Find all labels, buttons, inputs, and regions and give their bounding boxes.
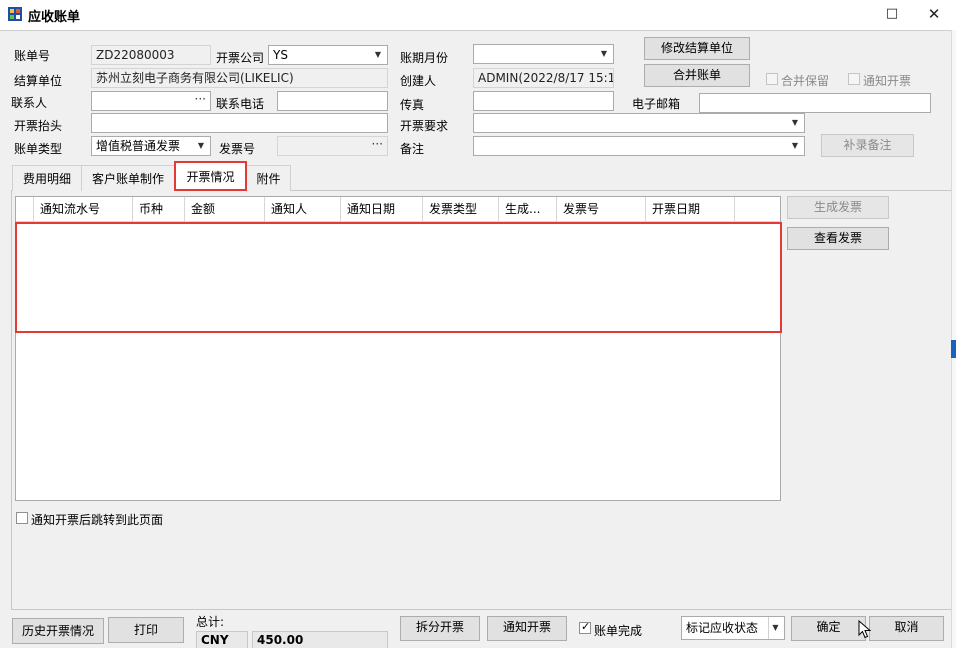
maximize-icon[interactable]: □: [881, 4, 903, 24]
bill-no-label: 账单号: [14, 49, 51, 63]
history-invoice-button[interactable]: 历史开票情况: [12, 618, 104, 644]
notify-invoice-checkbox[interactable]: [848, 73, 860, 85]
summary-label: 总计:: [196, 615, 225, 629]
col-notifier[interactable]: 通知人: [265, 197, 341, 222]
confirm-button[interactable]: 确定: [791, 616, 866, 641]
invoice-no-field[interactable]: ···: [277, 136, 388, 156]
contact-field[interactable]: ···: [91, 91, 211, 111]
receivable-status-value: 标记应收状态: [686, 621, 759, 635]
col-notice-serial[interactable]: 通知流水号: [34, 197, 133, 222]
row-indicator-header: [16, 197, 34, 222]
bill-no-field[interactable]: ZD22080003: [91, 45, 211, 65]
split-invoice-button[interactable]: 拆分开票: [400, 616, 480, 641]
invoice-header-label: 开票抬头: [14, 119, 63, 133]
invoice-company-select[interactable]: YS ▼: [268, 45, 388, 65]
chevron-down-icon: ▼: [374, 50, 382, 59]
col-invoice-type[interactable]: 发票类型: [423, 197, 499, 222]
notify-invoice-label: 通知开票: [863, 74, 912, 88]
window-edge: [951, 30, 956, 648]
title-bar: 应收账单 □ ✕: [0, 0, 956, 30]
creator-label: 创建人: [400, 74, 437, 88]
tab-attachments[interactable]: 附件: [246, 165, 291, 191]
settle-unit-label: 结算单位: [14, 74, 63, 88]
bill-complete-checkbox[interactable]: [579, 620, 591, 634]
email-label: 电子邮箱: [632, 97, 681, 111]
fax-field[interactable]: [473, 91, 614, 111]
remark-select[interactable]: ▼: [473, 136, 805, 156]
chevron-down-icon: ▼: [791, 141, 799, 150]
creator-field[interactable]: ADMIN(2022/8/17 15:1: [473, 68, 614, 88]
modify-settle-unit-button[interactable]: 修改结算单位: [644, 37, 750, 60]
notify-invoice-button[interactable]: 通知开票: [487, 616, 567, 641]
chevron-down-icon: ▼: [600, 49, 608, 58]
invoice-no-label: 发票号: [219, 142, 256, 156]
phone-label: 联系电话: [216, 97, 265, 111]
view-invoice-button[interactable]: 查看发票: [787, 227, 889, 250]
fax-label: 传真: [400, 98, 425, 112]
settle-unit-field[interactable]: 苏州立刻电子商务有限公司(LIKELIC): [91, 68, 388, 88]
merge-bill-button[interactable]: 合并账单: [644, 64, 750, 87]
col-amount[interactable]: 金额: [185, 197, 265, 222]
receivable-status-select[interactable]: 标记应收状态 ▼: [681, 616, 785, 640]
col-invoice-no[interactable]: 发票号: [557, 197, 646, 222]
invoice-header-field[interactable]: [91, 113, 388, 133]
chevron-down-icon: ▼: [768, 617, 782, 639]
summary-currency: CNY: [196, 631, 248, 648]
invoice-company-label: 开票公司: [216, 51, 265, 65]
tab-invoice-status[interactable]: 开票情况: [174, 161, 247, 191]
highlight-box: [15, 222, 782, 333]
merge-keep-checkbox[interactable]: [766, 73, 778, 85]
bill-type-select[interactable]: 增值税普通发票 ▼: [91, 136, 211, 156]
chevron-down-icon: ▼: [791, 118, 799, 127]
grid-header: 通知流水号 币种 金额 通知人 通知日期 发票类型 生成... 发票号 开票日期: [16, 197, 780, 222]
bill-type-label: 账单类型: [14, 142, 63, 156]
merge-keep-label: 合并保留: [781, 74, 830, 88]
col-invoice-date[interactable]: 开票日期: [646, 197, 735, 222]
side-accent-marker: [951, 340, 956, 358]
col-generated[interactable]: 生成...: [499, 197, 557, 222]
email-field[interactable]: [699, 93, 931, 113]
remark-label: 备注: [400, 142, 425, 156]
period-month-label: 账期月份: [400, 51, 449, 65]
chevron-down-icon: ▼: [197, 141, 205, 150]
invoice-requirement-label: 开票要求: [400, 119, 449, 133]
close-icon[interactable]: ✕: [923, 4, 945, 24]
jump-after-notify-checkbox[interactable]: [16, 512, 28, 524]
print-button[interactable]: 打印: [108, 617, 184, 643]
bill-complete-label: 账单完成: [594, 624, 643, 638]
ellipsis-icon[interactable]: ···: [195, 92, 206, 108]
contact-label: 联系人: [11, 96, 48, 110]
summary-amount: 450.00: [252, 631, 388, 648]
bill-type-value: 增值税普通发票: [96, 139, 181, 153]
phone-field[interactable]: [277, 91, 388, 111]
jump-after-notify-label: 通知开票后跳转到此页面: [31, 513, 164, 527]
invoice-company-value: YS: [273, 48, 288, 62]
generate-invoice-button[interactable]: 生成发票: [787, 196, 889, 219]
supplement-remark-button[interactable]: 补录备注: [821, 134, 914, 157]
mouse-cursor-icon: [858, 620, 872, 639]
tab-customer-bill[interactable]: 客户账单制作: [81, 165, 175, 191]
col-notice-date[interactable]: 通知日期: [341, 197, 423, 222]
col-currency[interactable]: 币种: [133, 197, 185, 222]
invoice-requirement-select[interactable]: ▼: [473, 113, 805, 133]
period-month-select[interactable]: ▼: [473, 44, 614, 64]
window-title: 应收账单: [28, 10, 81, 25]
cancel-button[interactable]: 取消: [869, 616, 944, 641]
tab-fee-details[interactable]: 费用明细: [12, 165, 82, 191]
app-icon: [8, 7, 22, 21]
ellipsis-icon[interactable]: ···: [372, 137, 383, 153]
